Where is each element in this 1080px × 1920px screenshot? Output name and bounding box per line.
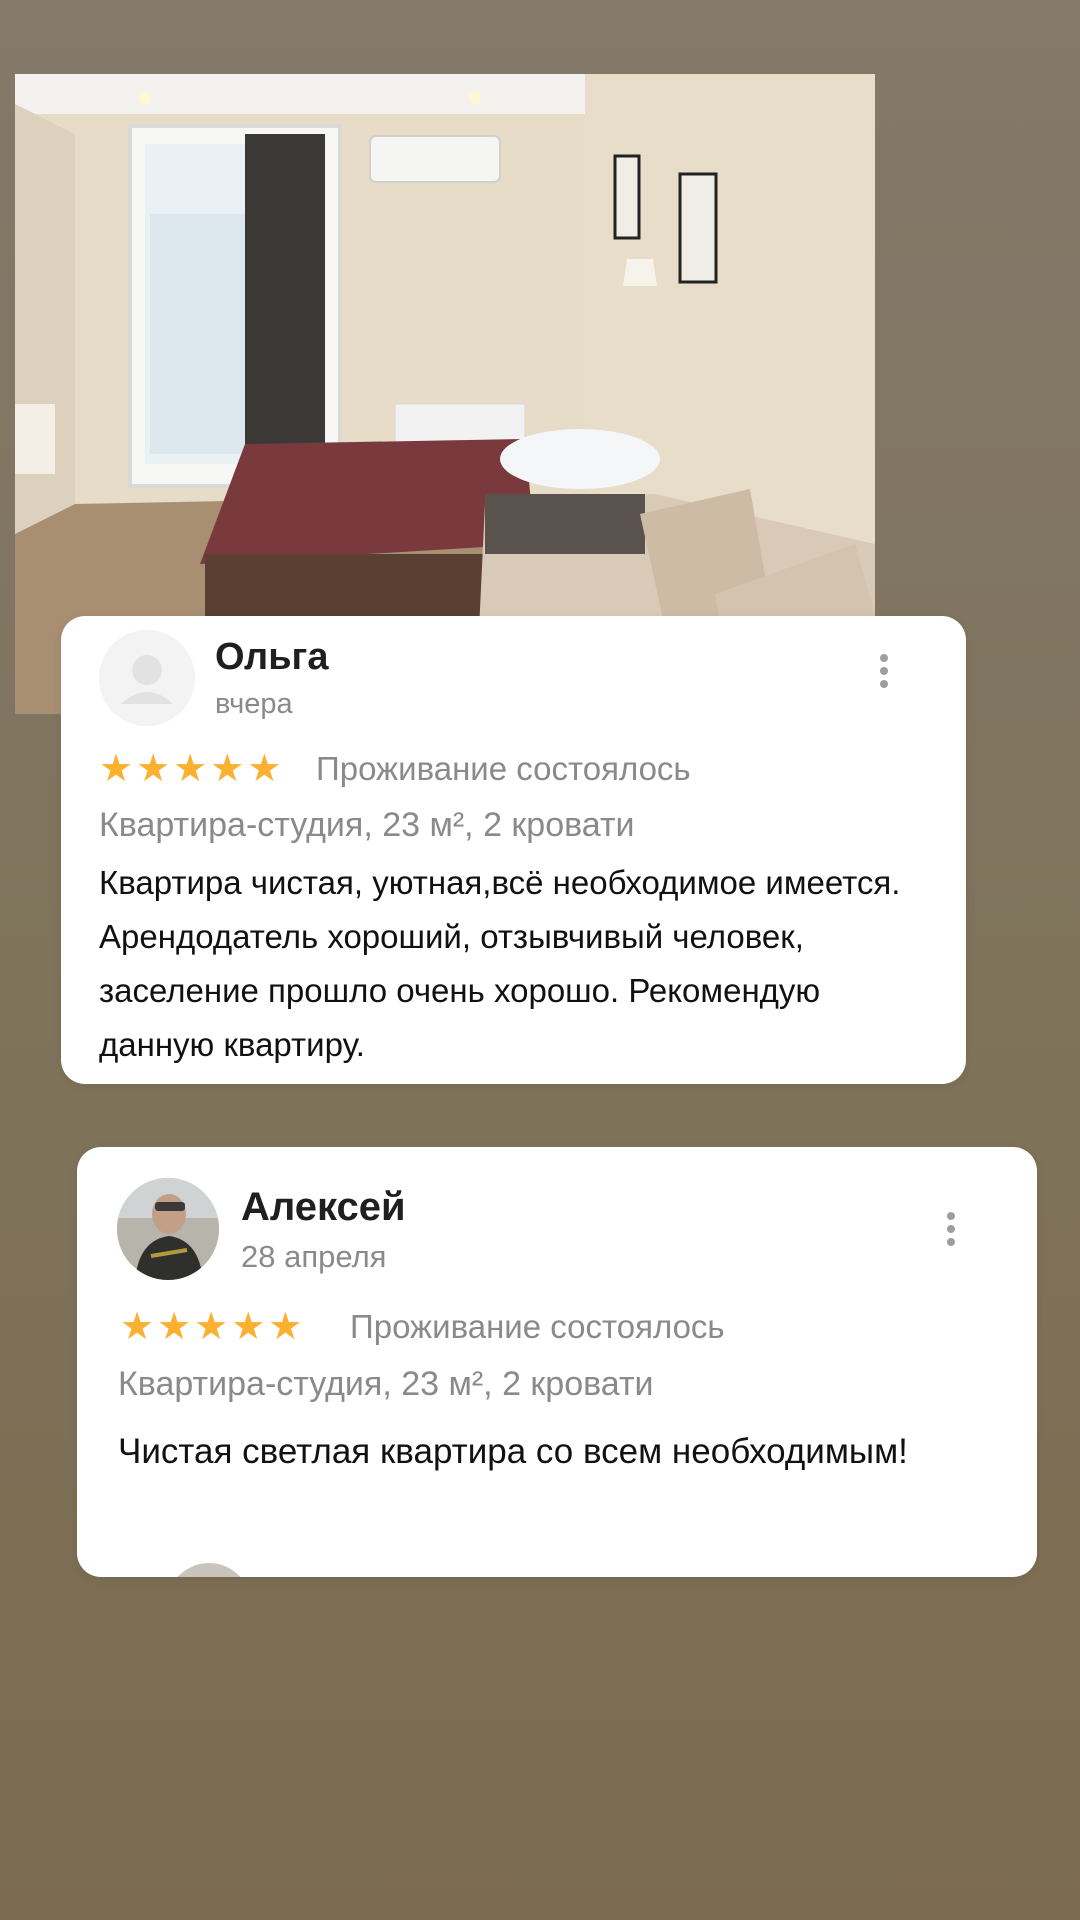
rating-stars: ★ ★ ★ ★ ★ <box>99 749 284 789</box>
review-date: 28 апреля <box>241 1239 387 1274</box>
rating-stars: ★ ★ ★ ★ ★ <box>120 1307 305 1347</box>
listing-info: Квартира-студия, 23 м², 2 кровати <box>99 806 635 844</box>
avatar[interactable] <box>99 630 195 726</box>
review-card: Алексей 28 апреля ★ ★ ★ ★ ★ Проживание с… <box>77 1147 1037 1577</box>
reviewer-name: Ольга <box>215 636 329 678</box>
star-icon: ★ <box>173 748 208 790</box>
star-icon: ★ <box>136 748 171 790</box>
star-icon: ★ <box>194 1306 229 1348</box>
review-date: вчера <box>215 688 293 720</box>
star-icon: ★ <box>268 1306 303 1348</box>
avatar <box>167 1563 251 1577</box>
star-icon: ★ <box>157 1306 192 1348</box>
stay-status: Проживание состоялось <box>316 750 691 787</box>
more-vertical-icon[interactable] <box>874 654 894 694</box>
star-icon: ★ <box>120 1306 155 1348</box>
avatar[interactable] <box>117 1178 219 1280</box>
star-icon: ★ <box>231 1306 266 1348</box>
star-icon: ★ <box>210 748 245 790</box>
user-photo <box>117 1178 219 1280</box>
more-vertical-icon[interactable] <box>941 1212 961 1252</box>
star-icon: ★ <box>247 748 282 790</box>
review-text: Чистая светлая квартира со всем необходи… <box>118 1432 908 1471</box>
star-icon: ★ <box>99 748 134 790</box>
placeholder-person-icon <box>99 630 195 726</box>
review-card: Ольга вчера ★ ★ ★ ★ ★ Проживание состоял… <box>61 616 966 1084</box>
reviewer-name: Алексей <box>241 1185 406 1229</box>
listing-info: Квартира-студия, 23 м², 2 кровати <box>118 1365 654 1403</box>
review-text: Квартира чистая, уютная,всё необходимое … <box>99 864 901 1063</box>
stay-status: Проживание состоялось <box>350 1308 725 1345</box>
